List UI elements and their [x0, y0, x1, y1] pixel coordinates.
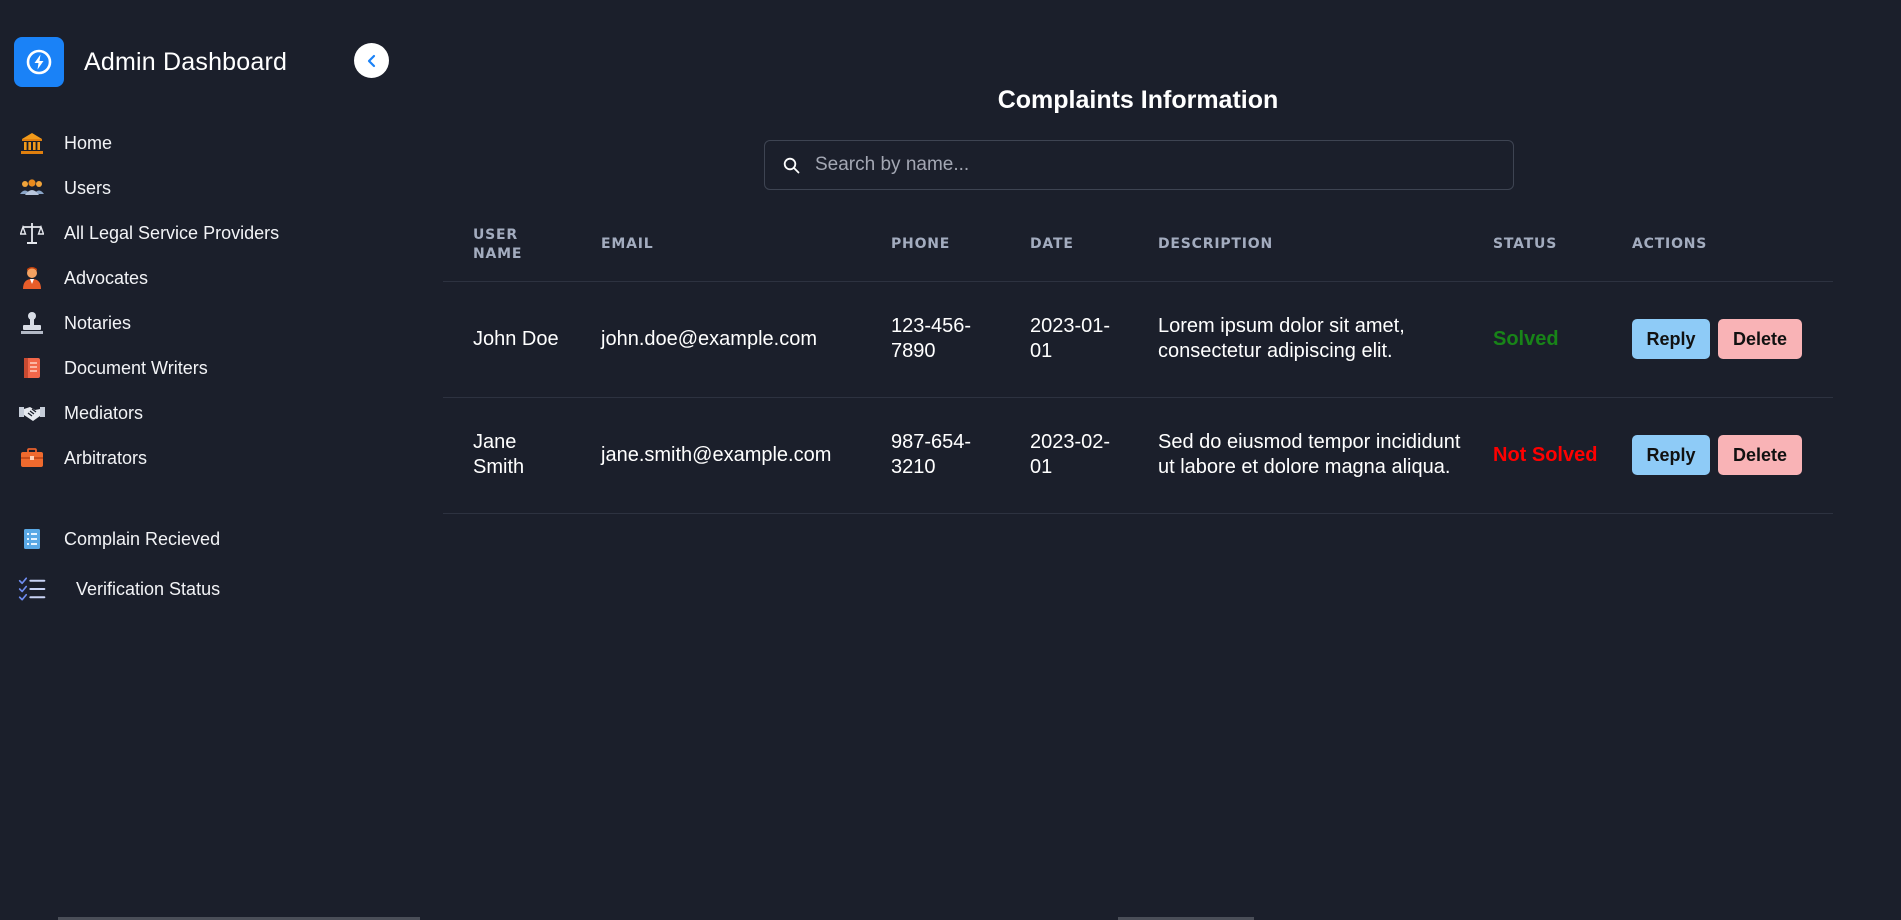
cell-phone: 987-654-3210 [861, 397, 1000, 514]
chevron-left-icon [367, 54, 375, 67]
sidebar-item-home[interactable]: Home [18, 128, 112, 158]
table-row: Jane Smith jane.smith@example.com 987-65… [443, 397, 1833, 514]
sidebar-item-all-legal-service-providers[interactable]: All Legal Service Providers [18, 218, 279, 248]
column-header-status: STATUS [1463, 210, 1602, 282]
column-header-date: DATE [1000, 210, 1128, 282]
briefcase-icon [18, 444, 46, 472]
sidebar-item-advocates[interactable]: Advocates [18, 263, 148, 293]
cell-date: 2023-02-01 [1000, 397, 1128, 514]
sidebar: Admin Dashboard Home Users All Legal Ser… [0, 0, 400, 920]
delete-button[interactable]: Delete [1718, 319, 1802, 359]
column-header-user-name: USER NAME [443, 210, 571, 282]
document-icon [18, 354, 46, 382]
bank-icon [18, 129, 46, 157]
sidebar-item-label: Notaries [64, 312, 132, 333]
handshake-icon [18, 399, 46, 427]
sidebar-item-notaries[interactable]: Notaries [18, 308, 131, 338]
app-title: Admin Dashboard [84, 47, 288, 76]
brand[interactable]: Admin Dashboard [14, 37, 287, 87]
sidebar-item-users[interactable]: Users [18, 173, 111, 203]
cell-phone: 123-456-7890 [861, 281, 1000, 398]
sidebar-item-label: Document Writers [64, 357, 208, 378]
sidebar-item-label: Home [64, 132, 113, 153]
stamp-icon [18, 309, 46, 337]
status-badge: Solved [1493, 327, 1559, 350]
sidebar-item-label: Mediators [64, 402, 144, 423]
cell-user-name: John Doe [443, 281, 571, 398]
cell-date: 2023-01-01 [1000, 281, 1128, 398]
app-root: Admin Dashboard Home Users All Legal Ser… [0, 0, 1901, 920]
sidebar-item-document-writers[interactable]: Document Writers [18, 353, 208, 383]
cell-email: jane.smith@example.com [571, 397, 861, 514]
reply-button[interactable]: Reply [1632, 319, 1710, 359]
complaints-table: USER NAME EMAIL PHONE DATE DESCRIPTION S… [443, 210, 1833, 514]
scales-icon [18, 219, 46, 247]
cell-description: Lorem ipsum dolor sit amet, consectetur … [1128, 281, 1463, 398]
cell-status: Solved [1463, 281, 1602, 398]
checklist-icon [18, 575, 46, 603]
sidebar-item-arbitrators[interactable]: Arbitrators [18, 443, 147, 473]
reply-button[interactable]: Reply [1632, 435, 1710, 475]
users-icon [18, 174, 46, 202]
cell-status: Not Solved [1463, 397, 1602, 514]
sidebar-item-label: Advocates [64, 267, 149, 288]
column-header-description: DESCRIPTION [1128, 210, 1463, 282]
column-header-actions: ACTIONS [1602, 210, 1833, 282]
sidebar-item-label: Users [64, 177, 112, 198]
collapse-sidebar-button[interactable] [354, 43, 389, 78]
cell-actions: Reply Delete [1602, 397, 1833, 514]
table-row: John Doe john.doe@example.com 123-456-78… [443, 281, 1833, 398]
sidebar-item-label: Arbitrators [64, 447, 148, 468]
page-title: Complaints Information [997, 86, 1279, 114]
sidebar-item-complain-recieved[interactable]: Complain Recieved [18, 524, 220, 554]
sidebar-item-mediators[interactable]: Mediators [18, 398, 143, 428]
delete-button[interactable]: Delete [1718, 435, 1802, 475]
sidebar-item-label: Complain Recieved [64, 528, 221, 549]
sidebar-item-label: All Legal Service Providers [64, 222, 280, 243]
search-icon [781, 155, 801, 175]
lightning-logo-icon [14, 37, 64, 87]
search-box[interactable] [764, 140, 1514, 190]
column-header-phone: PHONE [861, 210, 1000, 282]
table-header-row: USER NAME EMAIL PHONE DATE DESCRIPTION S… [443, 210, 1833, 282]
main-content: Complaints Information USER NAME EMAIL P… [443, 0, 1833, 920]
search-input[interactable] [815, 145, 1513, 185]
status-badge: Not Solved [1493, 443, 1598, 466]
column-header-email: EMAIL [571, 210, 861, 282]
cell-user-name: Jane Smith [443, 397, 571, 514]
cell-email: john.doe@example.com [571, 281, 861, 398]
list-icon [18, 525, 46, 553]
sidebar-item-verification-status[interactable]: Verification Status [18, 574, 220, 604]
cell-actions: Reply Delete [1602, 281, 1833, 398]
sidebar-item-label: Verification Status [76, 578, 221, 599]
cell-description: Sed do eiusmod tempor incididunt ut labo… [1128, 397, 1463, 514]
advocate-icon [18, 264, 46, 292]
